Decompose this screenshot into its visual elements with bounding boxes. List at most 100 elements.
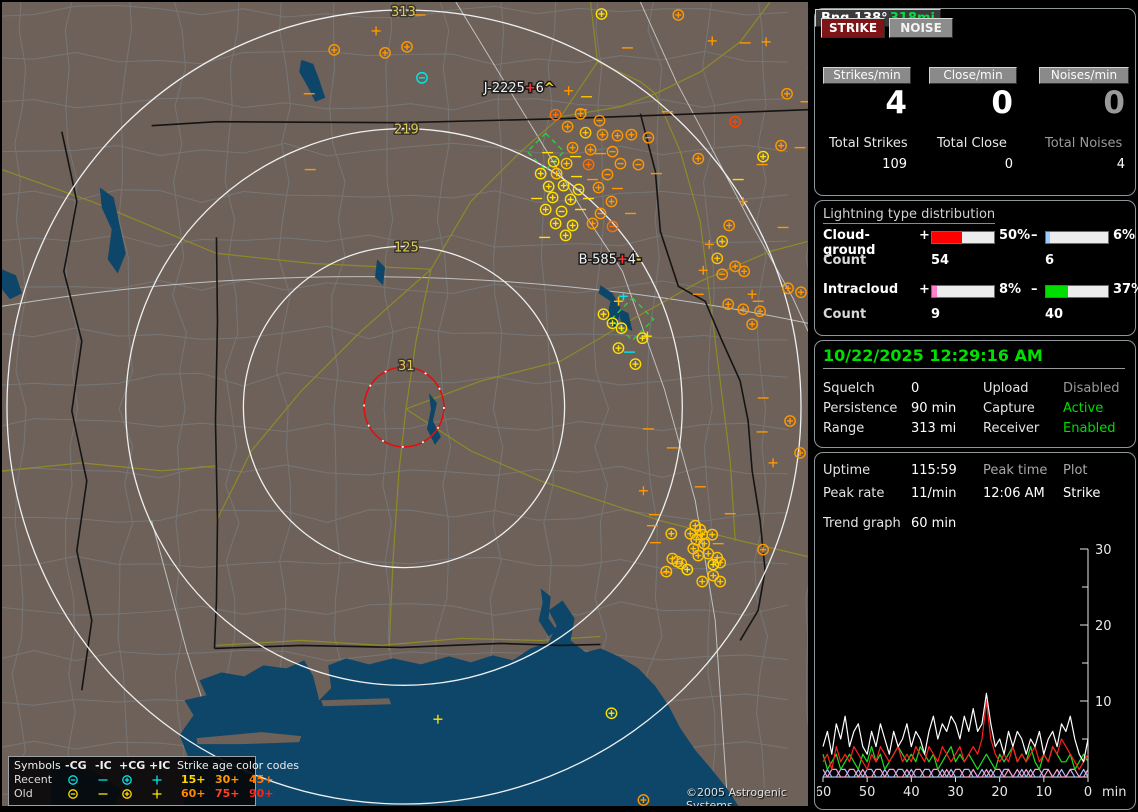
copyright-text: ©2005 Astrogenic Systems bbox=[686, 786, 808, 806]
receiver-label: Receiver bbox=[983, 421, 1039, 436]
uptime-value: 115:59 bbox=[911, 463, 957, 478]
map-legend: Symbols -CG -IC +CG +IC Strike age color… bbox=[8, 756, 256, 806]
y-tick-label: 10 bbox=[1095, 695, 1112, 710]
squelch-value: 0 bbox=[911, 381, 919, 396]
upload-label: Upload bbox=[983, 381, 1029, 396]
trend-graph-label: Trend graph bbox=[823, 516, 901, 531]
cp-symbol-icon bbox=[121, 774, 133, 786]
status-row: Squelch 0 Upload Disabled bbox=[815, 381, 1125, 399]
x-tick-label: 10 bbox=[1036, 785, 1053, 800]
ring-label-31: 31 bbox=[398, 359, 414, 374]
distribution-title: Lightning type distribution bbox=[823, 207, 995, 224]
p-symbol-icon bbox=[151, 774, 163, 786]
lightning-map[interactable]: 313 219 125 31 J-2225+6^ B-585+4- ©2005 Astro… bbox=[2, 2, 808, 806]
legend-age-title: Strike age color codes bbox=[177, 759, 299, 772]
close-per-min-header[interactable]: Close/min bbox=[929, 67, 1017, 84]
uptime-label: Uptime bbox=[823, 463, 870, 478]
distribution-panel: Lightning type distribution Cloud-ground… bbox=[814, 200, 1136, 336]
trend-series-total-strikes bbox=[823, 693, 1088, 761]
x-tick-label: 40 bbox=[903, 785, 920, 800]
ring-label-219: 219 bbox=[394, 123, 419, 138]
ic-count-label: Count bbox=[823, 307, 866, 322]
rates-panel: STRIKE NOISE Bng 138° 318mi Strikes/min … bbox=[814, 8, 1136, 196]
cell-label-B-585: B-585+4- bbox=[579, 252, 642, 267]
total-strikes-label: Total Strikes bbox=[829, 136, 908, 151]
info-row: Uptime 115:59 Peak time Plot bbox=[815, 463, 1125, 481]
legend-recent-row: Recent15+30+45+ bbox=[9, 773, 255, 787]
cg-count-label: Count bbox=[823, 253, 866, 268]
cg-neg-count: 6 bbox=[1045, 253, 1054, 268]
noise-mode-button[interactable]: NOISE bbox=[889, 18, 953, 38]
age-code-90+: 90+ bbox=[249, 787, 274, 800]
x-tick-label: 30 bbox=[947, 785, 964, 800]
trend-row: Trend graph 60 min bbox=[815, 516, 1125, 534]
cm-symbol-icon bbox=[67, 774, 79, 786]
ic-pos-bar bbox=[931, 285, 995, 298]
status-row: Persistence 90 min Capture Active bbox=[815, 401, 1125, 419]
ring-label-125: 125 bbox=[394, 240, 419, 255]
squelch-label: Squelch bbox=[823, 381, 875, 396]
range-label: Range bbox=[823, 421, 864, 436]
cp-symbol-icon bbox=[121, 788, 133, 800]
persistence-value: 90 min bbox=[911, 401, 956, 416]
plot-value: Strike bbox=[1063, 486, 1100, 501]
x-tick-label: 60 bbox=[817, 785, 831, 800]
strike-mode-button[interactable]: STRIKE bbox=[821, 18, 885, 38]
total-noises-label: Total Noises bbox=[1045, 136, 1122, 151]
trend-series--cg-strikes bbox=[823, 701, 1088, 769]
ic-neg-count: 40 bbox=[1045, 307, 1063, 322]
total-close-label: Total Close bbox=[937, 136, 1007, 151]
map-canvas[interactable]: 313 219 125 31 J-2225+6^ B-585+4- bbox=[2, 2, 808, 806]
legend-old-row: Old60+75+90+ bbox=[9, 787, 255, 801]
receiver-status: Enabled bbox=[1063, 421, 1116, 436]
m-symbol-icon bbox=[97, 788, 109, 800]
age-code-75+: 75+ bbox=[215, 787, 240, 800]
capture-status: Active bbox=[1063, 401, 1103, 416]
ic-neg-bar bbox=[1045, 285, 1109, 298]
trend-graph-value: 60 min bbox=[911, 516, 956, 531]
ic-neg-pct: 37% bbox=[1113, 282, 1138, 297]
info-row: Peak rate 11/min 12:06 AM Strike bbox=[815, 486, 1125, 504]
age-code-30+: 30+ bbox=[215, 773, 240, 786]
cg-neg-bar bbox=[1045, 231, 1109, 244]
cm-symbol-icon bbox=[67, 788, 79, 800]
ic-pos-count: 9 bbox=[931, 307, 940, 322]
ic-neg-sign: – bbox=[1031, 282, 1038, 297]
noises-per-min-header[interactable]: Noises/min bbox=[1039, 67, 1129, 84]
persistence-label: Persistence bbox=[823, 401, 897, 416]
y-tick-label: 20 bbox=[1095, 619, 1112, 634]
total-strikes-value: 109 bbox=[823, 157, 907, 172]
x-axis-unit: min bbox=[1102, 785, 1127, 800]
strikes-per-min-header[interactable]: Strikes/min bbox=[823, 67, 911, 84]
datetime-readout: 10/22/2025 12:29:16 AM bbox=[823, 346, 1125, 369]
cell-label-J-2225: J-2225+6^ bbox=[483, 81, 555, 96]
y-tick-label: 30 bbox=[1095, 543, 1112, 558]
close-per-min-value: 0 bbox=[929, 85, 1013, 121]
peak-rate-label: Peak rate bbox=[823, 486, 884, 501]
age-code-45+: 45+ bbox=[249, 773, 274, 786]
p-symbol-icon bbox=[151, 788, 163, 800]
status-panel: 10/22/2025 12:29:16 AM Squelch 0 Upload … bbox=[814, 340, 1136, 448]
legend-col-pos-cg: +CG bbox=[119, 759, 145, 772]
strikes-per-min-value: 4 bbox=[823, 85, 907, 121]
legend-header-row: Symbols -CG -IC +CG +IC Strike age color… bbox=[9, 759, 255, 773]
x-tick-label: 50 bbox=[859, 785, 876, 800]
trend-graph: 1020306050403020100min bbox=[817, 537, 1133, 805]
ring-label-313: 313 bbox=[391, 5, 416, 20]
cg-neg-pct: 6% bbox=[1113, 228, 1135, 243]
total-close-value: 0 bbox=[929, 157, 1013, 172]
m-symbol-icon bbox=[97, 774, 109, 786]
cg-pos-count: 54 bbox=[931, 253, 949, 268]
status-row: Range 313 mi Receiver Enabled bbox=[815, 421, 1125, 439]
x-tick-label: 20 bbox=[991, 785, 1008, 800]
peak-rate-value: 11/min bbox=[911, 486, 956, 501]
age-code-60+: 60+ bbox=[181, 787, 206, 800]
ic-pos-sign: + bbox=[919, 282, 930, 297]
legend-symbols-label: Symbols bbox=[14, 759, 61, 772]
total-noises-value: 4 bbox=[1039, 157, 1125, 172]
noises-per-min-value: 0 bbox=[1039, 85, 1125, 121]
app-window: 313 219 125 31 J-2225+6^ B-585+4- ©2005 Astro… bbox=[0, 0, 1138, 812]
cg-neg-sign: – bbox=[1031, 228, 1038, 243]
range-value: 313 mi bbox=[911, 421, 956, 436]
cg-pos-sign: + bbox=[919, 228, 930, 243]
